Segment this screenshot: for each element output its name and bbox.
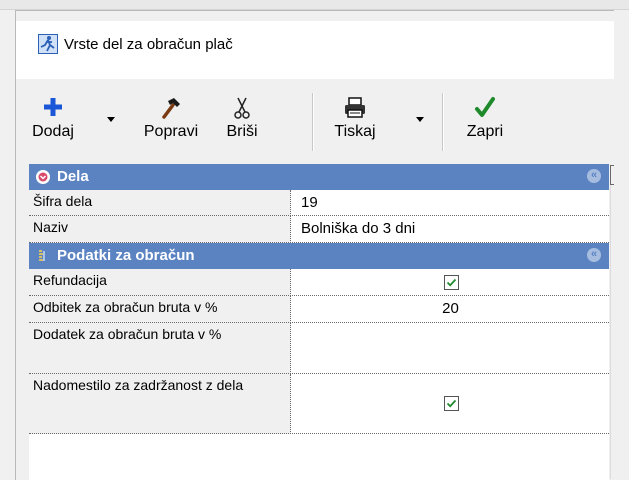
- checkmark-icon: [475, 97, 495, 117]
- grid-row[interactable]: Šifra dela 19: [29, 190, 609, 216]
- toolbar: Dodaj Popravi Briši Tiskaj Zapri: [16, 79, 629, 164]
- collapse-icon[interactable]: «: [587, 169, 601, 183]
- category-icon: [39, 250, 45, 261]
- checkmark-icon: [446, 399, 456, 408]
- property-value[interactable]: 19: [292, 190, 609, 216]
- property-value[interactable]: [292, 269, 609, 296]
- property-value[interactable]: [292, 374, 609, 434]
- refundacija-checkbox[interactable]: [443, 275, 459, 290]
- property-name: Odbitek za obračun bruta v %: [29, 296, 291, 323]
- print-dropdown-arrow[interactable]: [416, 117, 424, 122]
- property-name: Šifra dela: [29, 190, 291, 216]
- nadomestilo-checkbox[interactable]: [443, 396, 459, 411]
- plus-icon: [44, 98, 62, 116]
- close-button[interactable]: Zapri: [458, 95, 512, 149]
- property-name: Nadomestilo za zadržanost z dela: [29, 374, 291, 434]
- grid-row[interactable]: Refundacija: [29, 269, 609, 296]
- dialog-window: Vrste del za obračun plač Dodaj Popravi: [15, 10, 629, 480]
- print-button[interactable]: Tiskaj: [323, 95, 387, 149]
- collapse-icon[interactable]: «: [587, 248, 601, 262]
- grid-row[interactable]: Nadomestilo za zadržanost z dela: [29, 374, 609, 434]
- property-name: Naziv: [29, 216, 291, 243]
- app-icon: [38, 34, 58, 54]
- grid-row[interactable]: Dodatek za obračun bruta v %: [29, 323, 609, 374]
- grid-row[interactable]: Odbitek za obračun bruta v % 20: [29, 296, 609, 323]
- delete-button[interactable]: Briši: [219, 95, 265, 149]
- hammer-icon: [162, 98, 180, 119]
- add-button[interactable]: Dodaj: [30, 95, 76, 149]
- property-value[interactable]: 20: [292, 296, 609, 323]
- checkmark-icon: [446, 278, 456, 287]
- property-value[interactable]: Bolniška do 3 dni: [292, 216, 609, 243]
- property-name: Dodatek za obračun bruta v %: [29, 323, 291, 374]
- top-strip: [0, 0, 629, 10]
- scissors-icon: [234, 97, 250, 119]
- window-edge: [614, 10, 629, 479]
- category-icon: [36, 170, 50, 184]
- add-dropdown-arrow[interactable]: [107, 117, 115, 122]
- property-name: Refundacija: [29, 269, 291, 296]
- printer-icon: [345, 97, 365, 118]
- title-bar: Vrste del za obračun plač: [16, 21, 629, 79]
- edit-button[interactable]: Popravi: [137, 95, 205, 149]
- grid-row[interactable]: Naziv Bolniška do 3 dni: [29, 216, 609, 243]
- toolbar-separator: [312, 93, 314, 151]
- toolbar-separator: [442, 93, 444, 151]
- category-podatki-za-obracun[interactable]: Podatki za obračun «: [29, 243, 609, 269]
- window-title: Vrste del za obračun plač: [64, 36, 233, 53]
- property-grid: Dela « Šifra dela 19 Naziv Bolniška do 3…: [29, 164, 609, 480]
- property-value[interactable]: [292, 323, 609, 374]
- category-dela[interactable]: Dela «: [29, 164, 609, 190]
